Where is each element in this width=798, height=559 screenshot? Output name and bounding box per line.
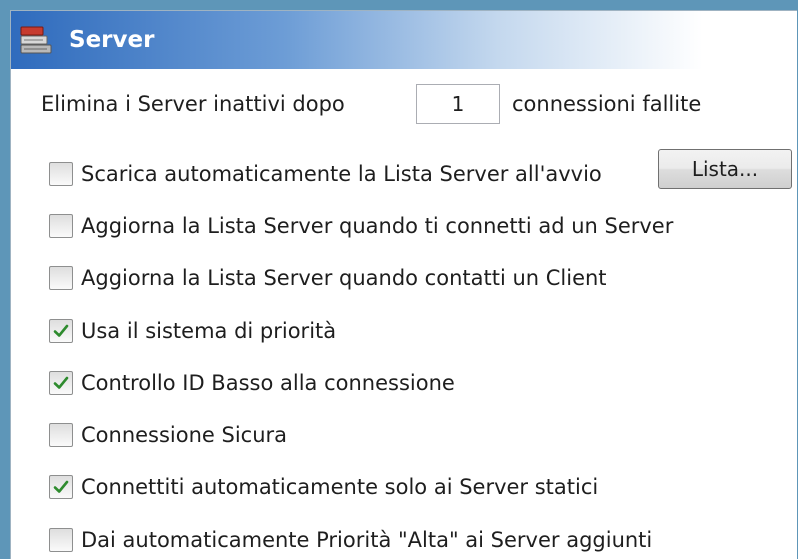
option-checkbox[interactable] [49,528,73,552]
option-checkbox[interactable] [49,214,73,238]
option-label: Connessione Sicura [81,423,288,447]
option-checkbox[interactable] [49,162,73,186]
inactive-prefix-label: Elimina i Server inattivi dopo [41,92,345,116]
option-label: Aggiorna la Lista Server quando ti conne… [81,214,674,238]
inactive-suffix-label: connessioni fallite [512,92,702,116]
option-checkbox[interactable] [49,475,73,499]
option-checkbox[interactable] [49,371,73,395]
section-title: Server [69,27,155,53]
section-header: Server [11,11,797,69]
server-list-button[interactable]: Lista... [658,149,792,189]
server-settings-panel: Server Elimina i Server inattivi dopo co… [10,10,797,559]
failed-connections-input[interactable] [416,84,500,124]
server-icon [19,25,53,55]
option-label: Scarica automaticamente la Lista Server … [81,162,602,186]
option-checkbox[interactable] [49,319,73,343]
option-label: Controllo ID Basso alla connessione [81,371,455,395]
option-label: Dai automaticamente Priorità "Alta" ai S… [81,528,653,552]
option-label: Connettiti automaticamente solo ai Serve… [81,475,599,499]
option-checkbox[interactable] [49,266,73,290]
option-label: Aggiorna la Lista Server quando contatti… [81,266,607,290]
option-checkbox[interactable] [49,423,73,447]
option-label: Usa il sistema di priorità [81,319,337,343]
